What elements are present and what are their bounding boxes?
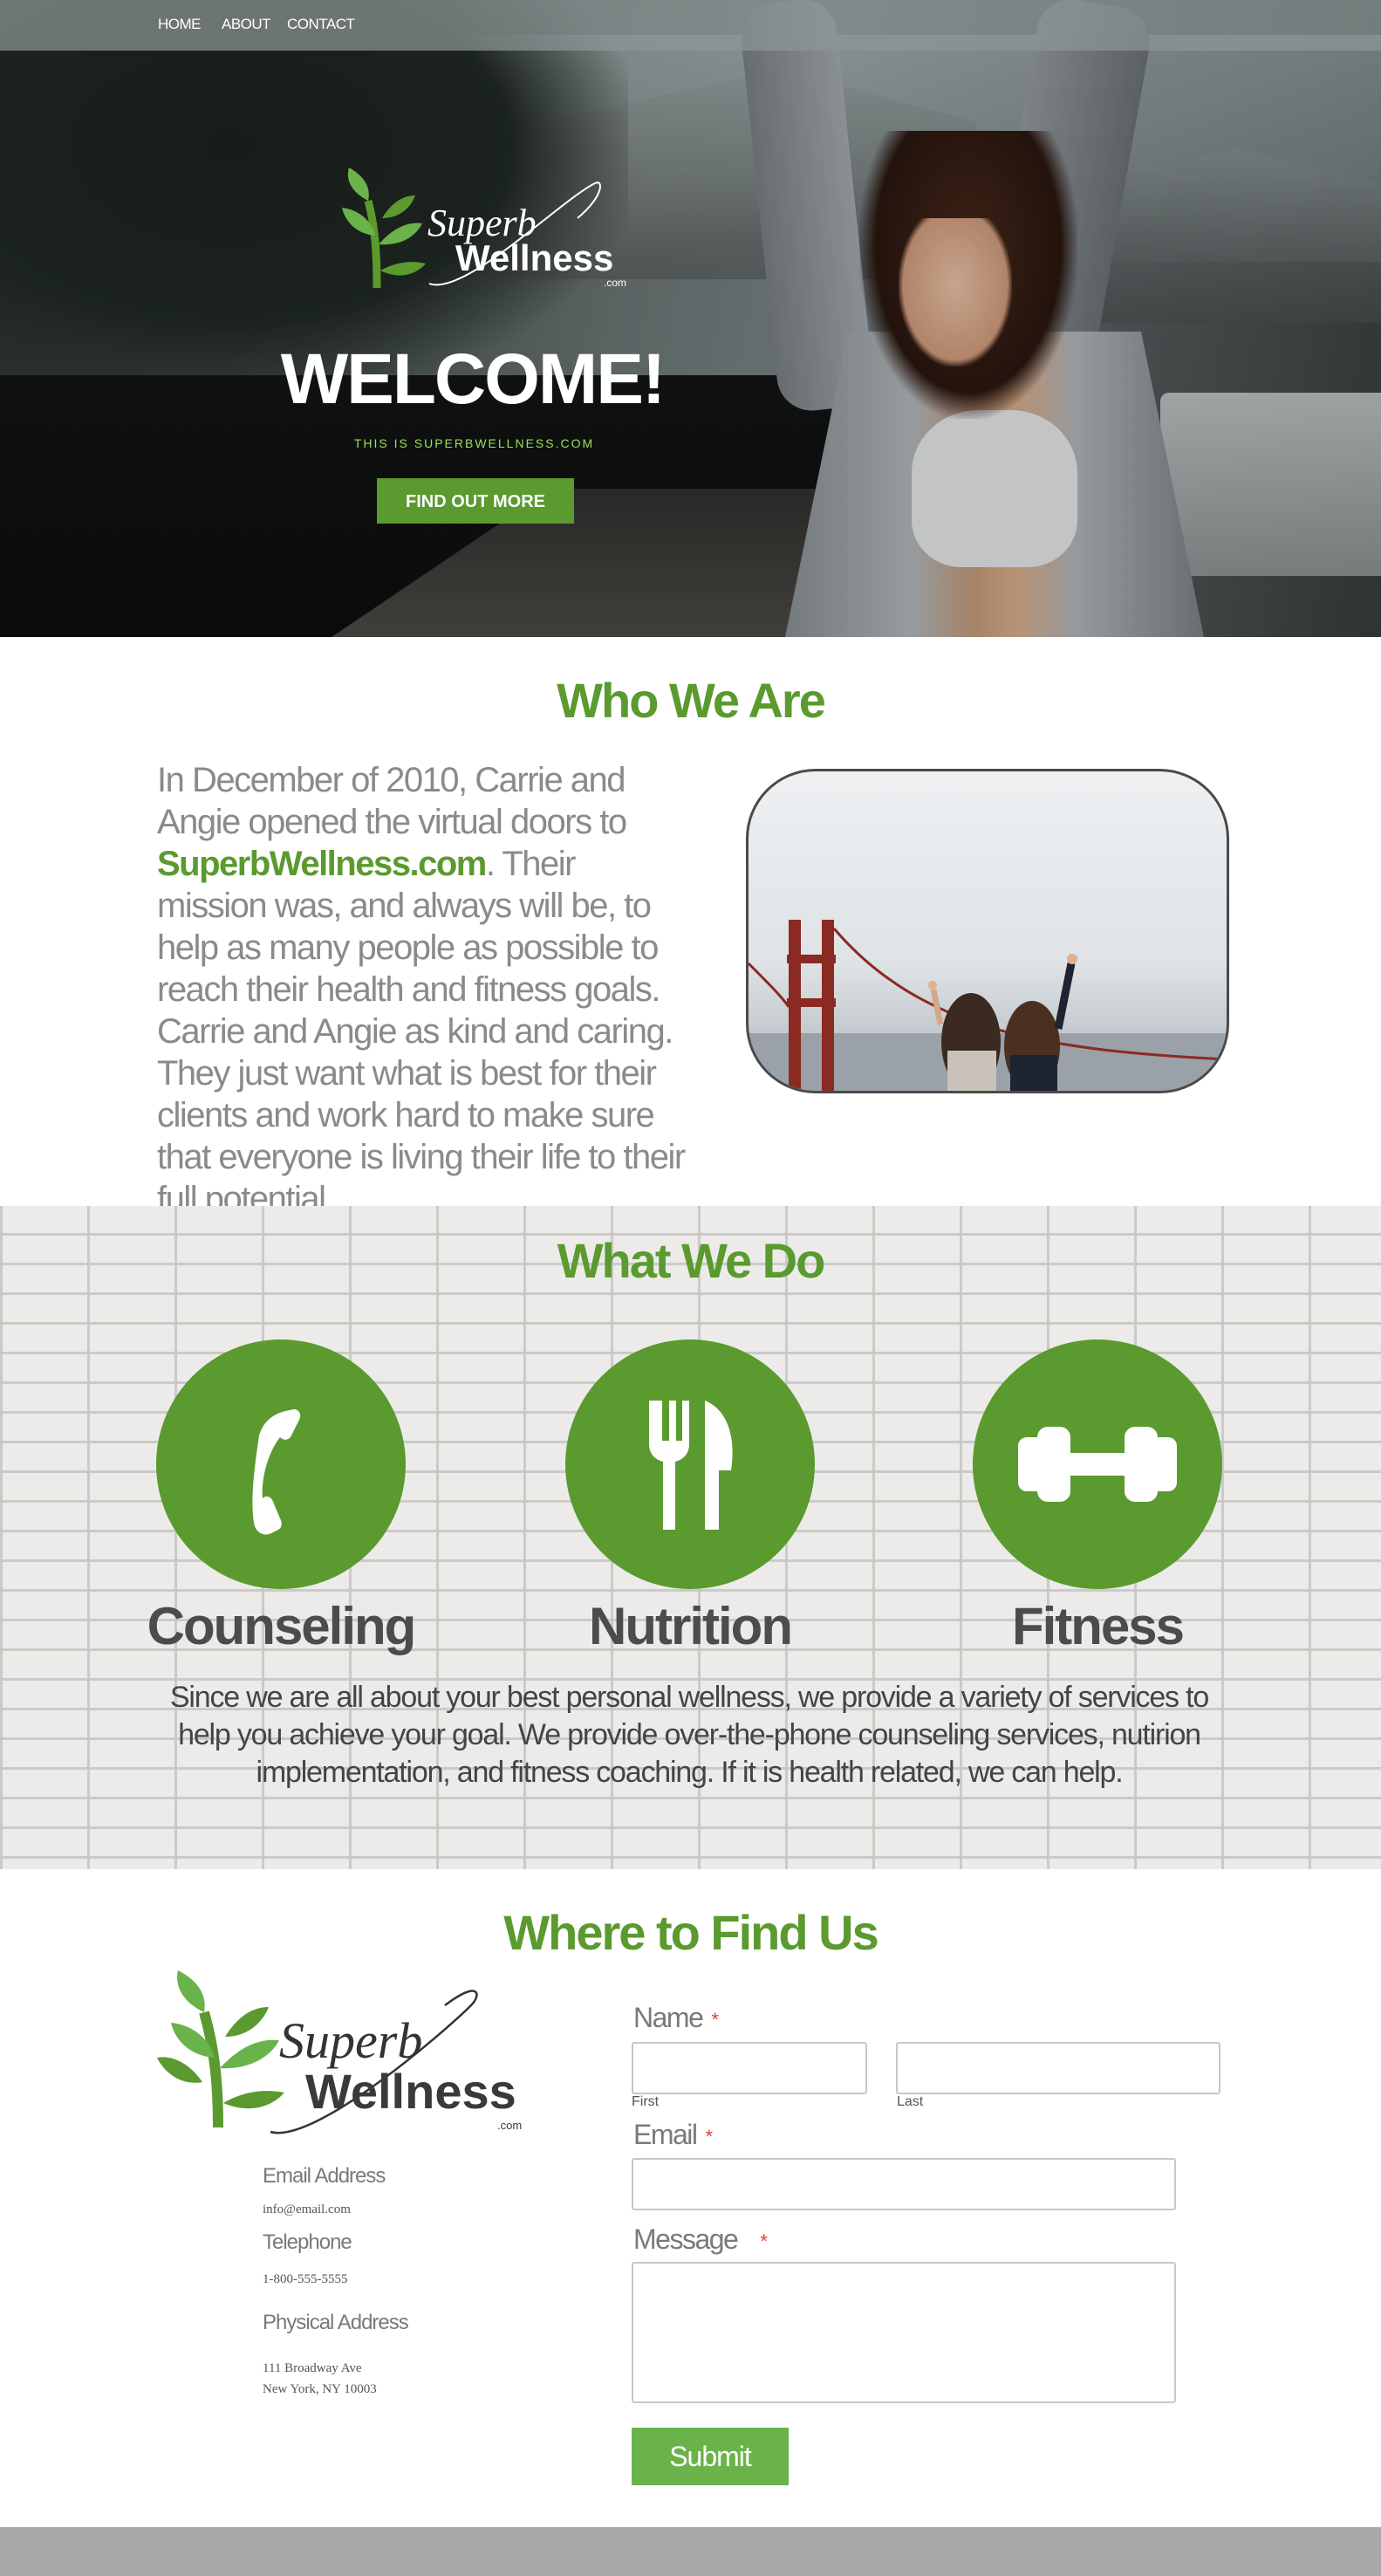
email-address-label: Email Address xyxy=(263,2164,386,2188)
physical-address-label: Physical Address xyxy=(263,2311,409,2334)
bridge-photo-drawing xyxy=(749,920,1227,1091)
svg-text:.com: .com xyxy=(604,277,626,289)
svg-text:Wellness: Wellness xyxy=(305,2064,516,2119)
top-nav: HOME ABOUT CONTACT xyxy=(0,0,1381,51)
who-we-are-text: In December of 2010, Carrie and Angie op… xyxy=(157,759,689,1220)
email-label-text: Email xyxy=(633,2119,698,2150)
telephone-label: Telephone xyxy=(263,2230,352,2254)
where-to-find-us-heading: Where to Find Us xyxy=(503,1905,879,1960)
email-label: Email * xyxy=(633,2119,714,2151)
svg-text:.com: .com xyxy=(497,2119,522,2132)
required-mark: * xyxy=(711,2008,719,2031)
find-out-more-button[interactable]: FIND OUT MORE xyxy=(377,478,574,524)
footer-bar xyxy=(0,2527,1381,2576)
nav-home-link[interactable]: HOME xyxy=(158,16,202,33)
friends-bridge-photo xyxy=(746,769,1229,1093)
name-label: Name * xyxy=(633,2002,719,2034)
fork-knife-icon xyxy=(649,1401,733,1530)
phone-icon xyxy=(252,1409,301,1535)
leaf-icon xyxy=(342,168,426,289)
required-mark: * xyxy=(705,2125,714,2148)
contact-logo: Superb Wellness .com xyxy=(157,1970,522,2134)
hero-section: HOME ABOUT CONTACT Superb Wellness .com … xyxy=(0,0,1381,637)
name-label-text: Name xyxy=(633,2002,704,2033)
brand-name: SuperbWellness.com xyxy=(157,845,487,883)
last-name-sublabel: Last xyxy=(897,2094,924,2109)
email-input[interactable] xyxy=(632,2158,1176,2210)
what-we-do-heading: What We Do xyxy=(557,1233,826,1288)
nav-contact-link[interactable]: CONTACT xyxy=(287,16,355,33)
nav-about-link[interactable]: ABOUT xyxy=(222,16,271,33)
fitness-label: Fitness xyxy=(1011,1597,1185,1655)
telephone-value: 1-800-555-5555 xyxy=(263,2272,348,2286)
hero-overlay xyxy=(0,0,1381,637)
who-text-after: . Their mission was, and always will be,… xyxy=(157,845,686,1218)
hero-title: WELCOME! xyxy=(280,339,666,419)
last-name-input[interactable] xyxy=(896,2042,1220,2094)
email-address-value: info@email.com xyxy=(263,2203,351,2216)
submit-button[interactable]: Submit xyxy=(632,2428,789,2485)
who-we-are-heading: Who We Are xyxy=(557,673,826,728)
first-name-sublabel: First xyxy=(632,2094,660,2109)
dumbbell-icon xyxy=(1018,1427,1177,1502)
message-label-text: Message xyxy=(633,2223,739,2255)
hero-tagline: THIS IS SUPERBWELLNESS.COM xyxy=(353,436,595,450)
hero-logo: Superb Wellness .com xyxy=(342,168,626,289)
fitness-circle xyxy=(973,1339,1222,1589)
address-line-1: 111 Broadway Ave xyxy=(263,2361,362,2375)
message-label: Message * xyxy=(633,2223,768,2256)
nutrition-circle xyxy=(565,1339,815,1589)
counseling-circle xyxy=(156,1339,406,1589)
first-name-input[interactable] xyxy=(632,2042,867,2094)
svg-text:Wellness: Wellness xyxy=(455,237,613,278)
leaf-icon xyxy=(157,1970,284,2128)
services-description: Since we are all about your best persona… xyxy=(169,1681,1209,1789)
nutrition-label: Nutrition xyxy=(589,1597,793,1655)
address-line-2: New York, NY 10003 xyxy=(263,2382,377,2396)
svg-text:Superb: Superb xyxy=(279,2012,422,2069)
required-mark: * xyxy=(760,2230,768,2252)
message-textarea[interactable] xyxy=(632,2262,1176,2403)
who-text-before: In December of 2010, Carrie and Angie op… xyxy=(157,761,627,841)
counseling-label: Counseling xyxy=(147,1597,417,1655)
